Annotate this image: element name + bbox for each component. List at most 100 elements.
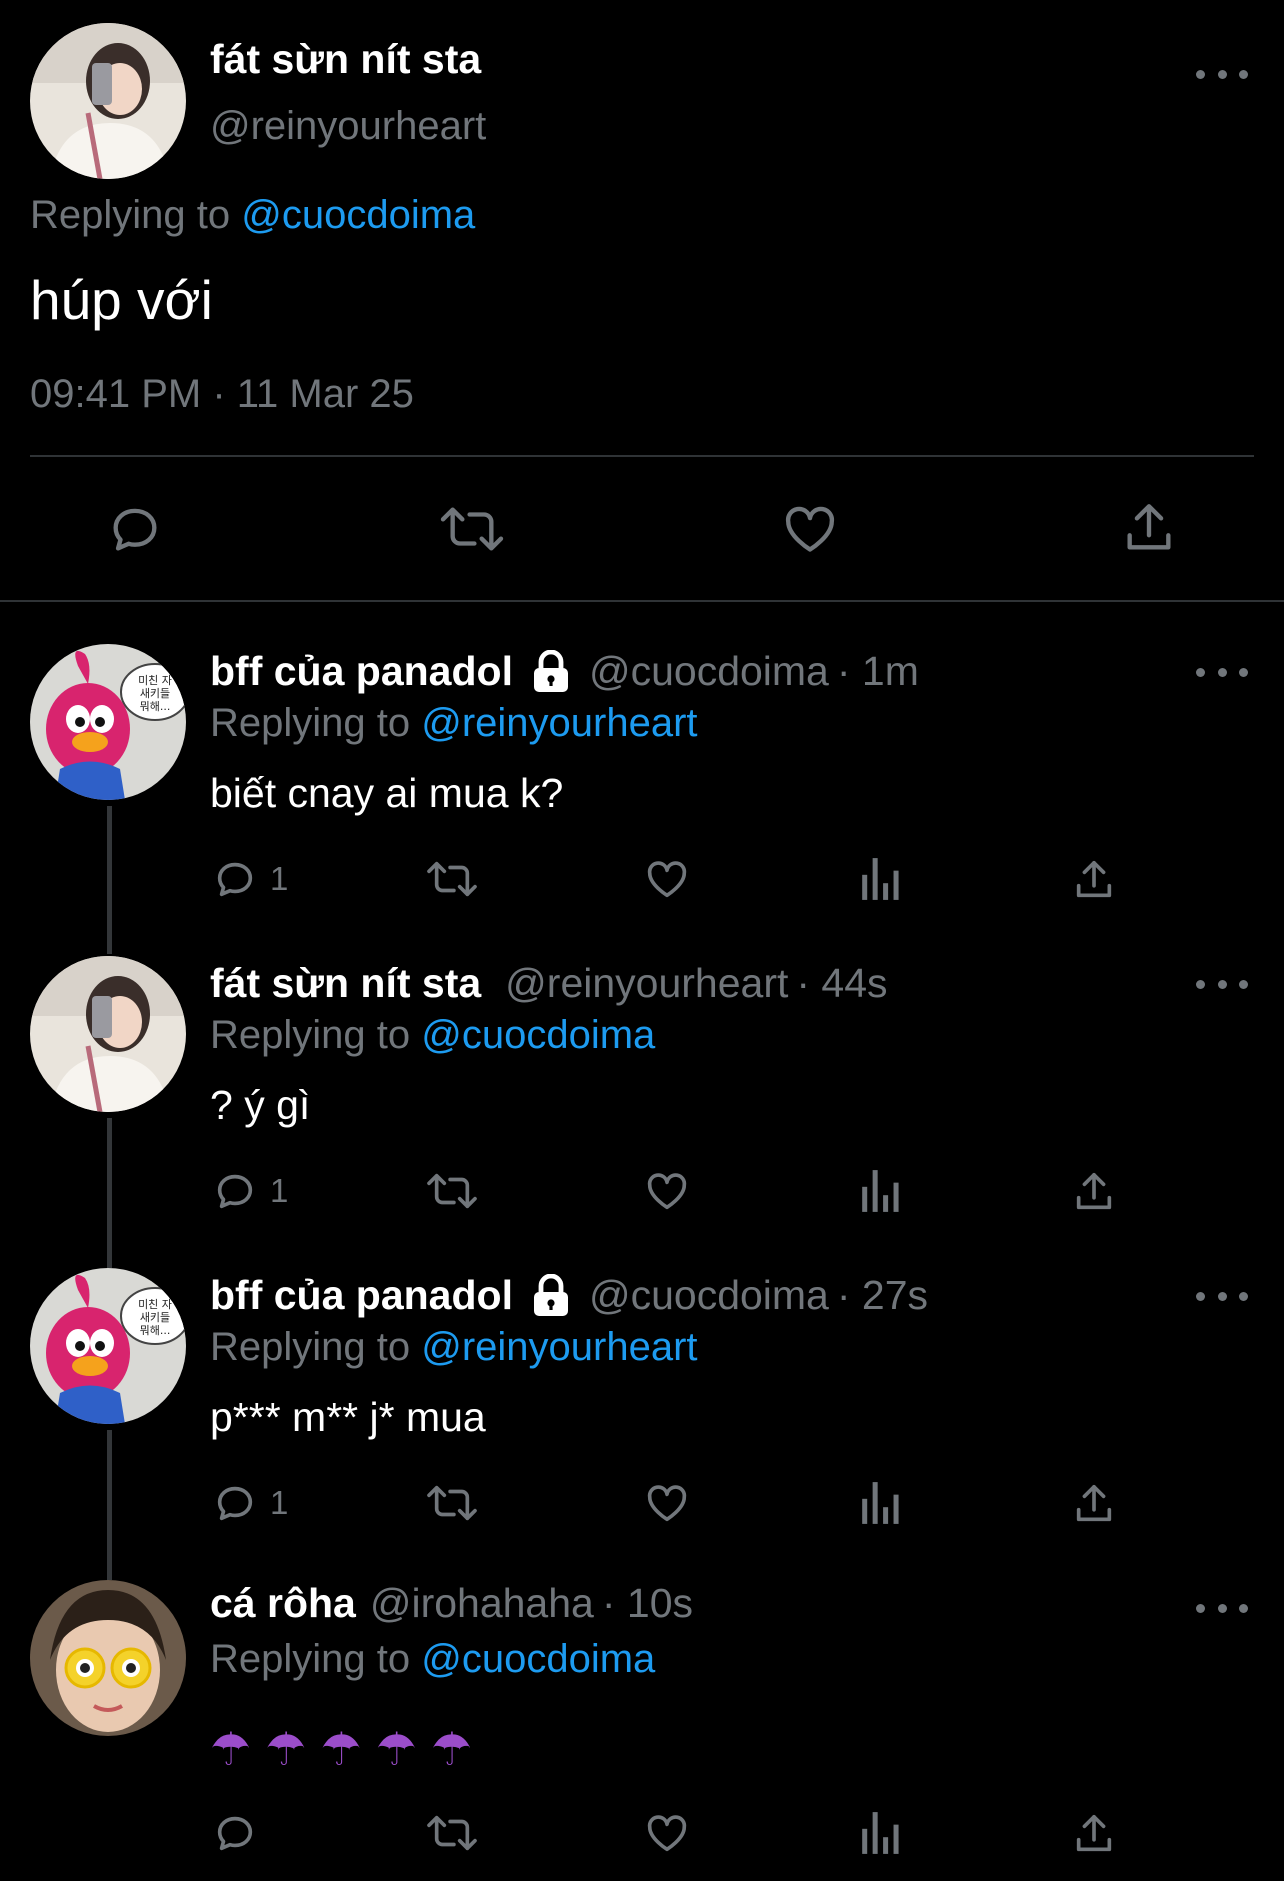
more-icon[interactable] [1196, 974, 1248, 994]
replying-handle-link[interactable]: @reinyourheart [421, 701, 697, 745]
views-icon [862, 1170, 899, 1212]
user-handle[interactable]: @cuocdoima [589, 1272, 829, 1319]
section-divider [0, 600, 1284, 602]
replying-prefix: Replying to [30, 193, 231, 237]
thread-line [107, 1430, 112, 1580]
retweet-icon [427, 1485, 477, 1521]
reply-time[interactable]: · 44s [796, 960, 887, 1007]
share-icon [1076, 1814, 1112, 1852]
views-icon [862, 1482, 899, 1524]
more-icon[interactable] [1196, 1598, 1248, 1618]
user-handle[interactable]: @reinyourheart [210, 104, 486, 149]
avatar[interactable]: 미친 자 새키들 뭐해... [30, 644, 186, 800]
avatar[interactable] [30, 23, 186, 179]
more-icon[interactable] [1196, 64, 1248, 84]
reply-count: 1 [270, 1172, 289, 1209]
thread-line [107, 806, 112, 954]
share-button[interactable] [1071, 1480, 1117, 1528]
more-icon[interactable] [1196, 662, 1248, 682]
retweet-icon [427, 1815, 477, 1851]
lock-icon [533, 1273, 568, 1316]
share-icon [1076, 1484, 1112, 1522]
reply-icon [217, 1174, 253, 1209]
svg-text:뭐해...: 뭐해... [140, 1323, 171, 1337]
like-button[interactable] [643, 1810, 691, 1856]
reply-icon [113, 508, 157, 551]
replying-handle-link[interactable]: @reinyourheart [421, 1325, 697, 1369]
replying-handle-link[interactable]: @cuocdoima [241, 193, 475, 237]
like-button[interactable] [643, 856, 691, 902]
views-button[interactable] [860, 1168, 902, 1214]
svg-text:뭐해...: 뭐해... [140, 699, 171, 713]
replying-to: Replying to @reinyourheart [210, 701, 698, 746]
like-icon [647, 1485, 687, 1522]
retweet-icon [427, 861, 477, 897]
views-button[interactable] [860, 1480, 902, 1526]
retweet-button[interactable] [424, 1810, 480, 1856]
display-name[interactable]: fát sừn nít sta [210, 960, 481, 1007]
reply-text: ? ý gì [210, 1082, 311, 1128]
divider [30, 455, 1254, 457]
avatar[interactable] [30, 1580, 186, 1736]
svg-text:새키들: 새키들 [140, 1311, 170, 1324]
share-button[interactable] [1071, 1810, 1117, 1858]
more-icon[interactable] [1196, 1286, 1248, 1306]
share-button[interactable] [1071, 1168, 1117, 1216]
display-name[interactable]: cá rôha [210, 1580, 356, 1627]
avatar[interactable]: 미친 자 새키들 뭐해... [30, 1268, 186, 1424]
display-name[interactable]: fát sừn nít sta [210, 36, 481, 83]
retweet-button[interactable] [424, 856, 480, 902]
display-name[interactable]: bff của panadol [210, 1272, 513, 1319]
reply-text: p*** m** j* mua [210, 1394, 486, 1440]
reply-header: cá rôha @irohahaha · 10s [210, 1580, 693, 1627]
reply-count: 1 [270, 860, 289, 897]
avatar[interactable] [30, 956, 186, 1112]
replying-handle-link[interactable]: @cuocdoima [421, 1637, 655, 1681]
views-icon [862, 1812, 899, 1854]
retweet-icon [440, 507, 504, 551]
reply-button[interactable] [106, 500, 164, 558]
user-handle[interactable]: @cuocdoima [589, 648, 829, 695]
reply-button[interactable]: 1 [212, 1480, 288, 1526]
retweet-icon [427, 1173, 477, 1209]
reply-button[interactable]: 1 [212, 856, 288, 902]
timestamp[interactable]: 09:41 PM · 11 Mar 25 [30, 372, 414, 417]
reply-header: fát sừn nít sta @reinyourheart · 44s [210, 960, 888, 1007]
avatar-bubble-text: 미친 자 [138, 674, 172, 687]
reply-time[interactable]: · 1m [837, 648, 919, 695]
reply-header: bff của panadol @cuocdoima · 1m [210, 648, 919, 695]
reply-button[interactable]: 1 [212, 1168, 288, 1214]
retweet-button[interactable] [424, 1168, 480, 1214]
reply-icon [217, 1816, 253, 1851]
share-button[interactable] [1120, 498, 1178, 558]
like-button[interactable] [780, 500, 840, 558]
retweet-button[interactable] [424, 1480, 480, 1526]
reply-count: 1 [270, 1484, 289, 1521]
views-button[interactable] [860, 1810, 902, 1856]
like-icon [647, 1815, 687, 1852]
share-button[interactable] [1071, 856, 1117, 904]
user-handle[interactable]: @reinyourheart [505, 960, 788, 1007]
like-icon [647, 1173, 687, 1210]
reply-time[interactable]: · 10s [602, 1580, 693, 1627]
like-button[interactable] [643, 1480, 691, 1526]
svg-text:새키들: 새키들 [140, 687, 170, 700]
reply-time[interactable]: · 27s [837, 1272, 928, 1319]
replying-handle-link[interactable]: @cuocdoima [421, 1013, 655, 1057]
thread-line [107, 1118, 112, 1268]
replying-to: Replying to @cuocdoima [210, 1013, 655, 1058]
reply-icon [217, 1486, 253, 1521]
replying-prefix: Replying to [210, 1325, 411, 1369]
user-handle[interactable]: @irohahaha [370, 1580, 594, 1627]
tweet-text: húp với [30, 269, 213, 331]
display-name[interactable]: bff của panadol [210, 648, 513, 695]
replying-prefix: Replying to [210, 701, 411, 745]
retweet-button[interactable] [438, 500, 506, 558]
reply-text: ☂☂☂☂☂ [210, 1722, 486, 1776]
share-icon [1076, 1172, 1112, 1210]
like-button[interactable] [643, 1168, 691, 1214]
views-button[interactable] [860, 856, 902, 902]
reply-header: bff của panadol @cuocdoima · 27s [210, 1272, 928, 1319]
svg-text:미친 자: 미친 자 [138, 1298, 172, 1311]
reply-button[interactable] [212, 1810, 270, 1856]
